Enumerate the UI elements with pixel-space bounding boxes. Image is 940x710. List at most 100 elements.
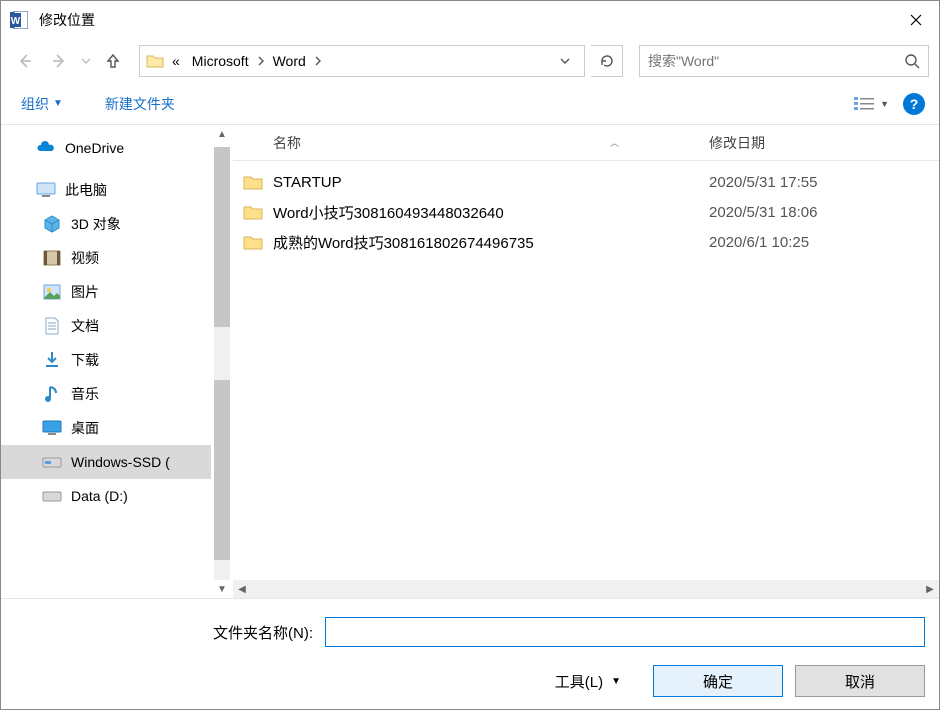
search-icon[interactable] [904, 53, 920, 69]
drive-icon [41, 452, 63, 472]
tree-label: 音乐 [71, 384, 99, 404]
chevron-down-icon: ▼ [53, 98, 63, 109]
nav-back-button[interactable] [11, 47, 39, 75]
folder-name-label: 文件夹名称(N): [15, 622, 325, 643]
item-name: 成熟的Word技巧308161802674496735 [273, 232, 709, 253]
documents-icon [41, 316, 63, 336]
footer: 文件夹名称(N): 工具(L) ▼ 确定 取消 [1, 598, 939, 709]
videos-icon [41, 248, 63, 268]
tree-thispc[interactable]: 此电脑 [1, 173, 211, 207]
folder-icon [233, 234, 273, 250]
music-icon [41, 384, 63, 404]
scroll-up-icon[interactable]: ▲ [214, 125, 230, 143]
new-folder-label: 新建文件夹 [105, 94, 175, 114]
chevron-right-icon [255, 56, 267, 66]
word-app-icon: W [9, 10, 29, 30]
main-area: OneDrive 此电脑 3D 对象 视频 图片 文档 下载 音乐 桌面 Win… [1, 125, 939, 598]
folder-name-input[interactable] [325, 617, 925, 647]
downloads-icon [41, 350, 63, 370]
tree-label: 此电脑 [65, 180, 107, 200]
tree-label: 图片 [71, 282, 99, 302]
help-button[interactable]: ? [903, 93, 925, 115]
close-button[interactable] [893, 1, 939, 39]
list-item[interactable]: Word小技巧308160493448032640 2020/5/31 18:0… [233, 197, 939, 227]
column-date-label: 修改日期 [709, 135, 765, 151]
ok-button[interactable]: 确定 [653, 665, 783, 697]
item-date: 2020/5/31 18:06 [709, 204, 939, 221]
chevron-down-icon: ▼ [880, 99, 889, 109]
scrollbar-track[interactable] [214, 147, 230, 580]
tree-windows-ssd[interactable]: Windows-SSD ( [1, 445, 211, 479]
item-date: 2020/5/31 17:55 [709, 174, 939, 191]
list-item[interactable]: 成熟的Word技巧308161802674496735 2020/6/1 10:… [233, 227, 939, 257]
titlebar: W 修改位置 [1, 1, 939, 39]
tree-label: 下载 [71, 350, 99, 370]
tools-button[interactable]: 工具(L) ▼ [555, 671, 621, 692]
button-row: 工具(L) ▼ 确定 取消 [15, 665, 925, 697]
window-title: 修改位置 [39, 10, 893, 30]
column-name-header[interactable]: 名称 ︿ [233, 133, 709, 153]
organize-button[interactable]: 组织 ▼ [15, 90, 69, 118]
drive-icon [41, 486, 63, 506]
list-body[interactable]: STARTUP 2020/5/31 17:55 Word小技巧308160493… [233, 161, 939, 580]
scrollbar-thumb[interactable] [214, 380, 230, 560]
search-box[interactable] [639, 45, 929, 77]
tree-label: 文档 [71, 316, 99, 336]
folder-icon [144, 50, 166, 72]
address-history-dropdown[interactable] [560, 56, 580, 66]
sort-indicator-icon: ︿ [610, 136, 619, 149]
list-item[interactable]: STARTUP 2020/5/31 17:55 [233, 167, 939, 197]
horizontal-scrollbar[interactable]: ◀ ▶ [233, 580, 939, 598]
svg-text:W: W [11, 16, 21, 27]
folder-icon [233, 204, 273, 220]
tree-desktop[interactable]: 桌面 [1, 411, 211, 445]
new-folder-button[interactable]: 新建文件夹 [99, 90, 181, 118]
tree-scrollbar[interactable]: ▲ ▼ [211, 125, 233, 598]
tree-data-d[interactable]: Data (D:) [1, 479, 211, 513]
tree-music[interactable]: 音乐 [1, 377, 211, 411]
column-name-label: 名称 [273, 133, 301, 153]
address-bar[interactable]: « Microsoft Word [139, 45, 585, 77]
folder-name-row: 文件夹名称(N): [15, 617, 925, 647]
scrollbar-thumb[interactable] [214, 147, 230, 327]
thispc-icon [35, 180, 57, 200]
item-date: 2020/6/1 10:25 [709, 234, 939, 251]
tools-label: 工具(L) [555, 671, 603, 692]
list-header[interactable]: 名称 ︿ 修改日期 [233, 125, 939, 161]
refresh-button[interactable] [591, 45, 623, 77]
tree-downloads[interactable]: 下载 [1, 343, 211, 377]
nav-up-button[interactable] [99, 47, 127, 75]
breadcrumb-ellipsis[interactable]: « [166, 53, 186, 69]
tree-label: 3D 对象 [71, 214, 121, 234]
tree-pictures[interactable]: 图片 [1, 275, 211, 309]
scroll-right-icon[interactable]: ▶ [921, 584, 939, 595]
item-name: STARTUP [273, 174, 709, 191]
tree-videos[interactable]: 视频 [1, 241, 211, 275]
column-date-header[interactable]: 修改日期 [709, 133, 939, 153]
tree-label: Data (D:) [71, 488, 128, 504]
folder-icon [233, 174, 273, 190]
tree-onedrive[interactable]: OneDrive [1, 131, 211, 165]
breadcrumb-item[interactable]: Microsoft [186, 53, 255, 69]
nav-forward-button[interactable] [45, 47, 73, 75]
navbar: « Microsoft Word [1, 39, 939, 83]
scroll-down-icon[interactable]: ▼ [214, 580, 230, 598]
3d-objects-icon [41, 214, 63, 234]
tree-label: 视频 [71, 248, 99, 268]
tree-label: 桌面 [71, 418, 99, 438]
breadcrumb-item[interactable]: Word [267, 53, 312, 69]
organize-label: 组织 [21, 94, 49, 114]
nav-tree[interactable]: OneDrive 此电脑 3D 对象 视频 图片 文档 下载 音乐 桌面 Win… [1, 125, 211, 598]
tree-label: Windows-SSD ( [71, 454, 170, 470]
tree-label: OneDrive [65, 140, 124, 156]
scroll-left-icon[interactable]: ◀ [233, 584, 251, 595]
view-mode-button[interactable]: ▼ [854, 96, 889, 112]
details-view-icon [854, 96, 874, 112]
chevron-down-icon: ▼ [611, 676, 621, 687]
nav-recent-dropdown[interactable] [79, 47, 93, 75]
cancel-button[interactable]: 取消 [795, 665, 925, 697]
search-input[interactable] [648, 53, 904, 69]
tree-documents[interactable]: 文档 [1, 309, 211, 343]
tree-3d-objects[interactable]: 3D 对象 [1, 207, 211, 241]
file-listing: 名称 ︿ 修改日期 STARTUP 2020/5/31 17:55 Word小技… [233, 125, 939, 598]
